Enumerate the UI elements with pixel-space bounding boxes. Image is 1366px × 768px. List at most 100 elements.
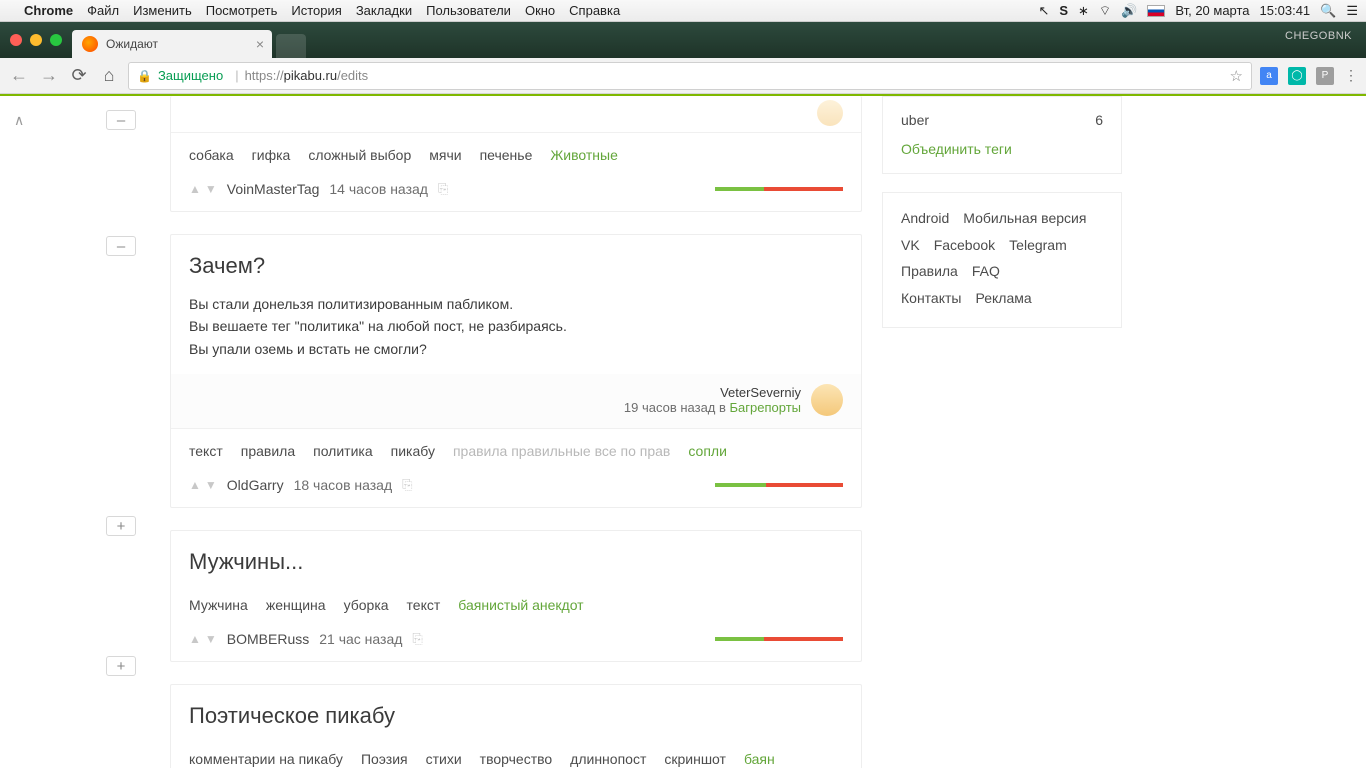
close-window-button[interactable] bbox=[10, 34, 22, 46]
footer-link[interactable]: VK bbox=[901, 237, 920, 253]
back-button[interactable]: ← bbox=[8, 65, 30, 86]
collapse-button[interactable]: – bbox=[106, 110, 136, 130]
tag[interactable]: текст bbox=[189, 443, 223, 459]
expand-button[interactable]: + bbox=[106, 656, 136, 676]
menu-file[interactable]: Файл bbox=[87, 3, 119, 18]
link-icon[interactable]: ⎘ bbox=[438, 181, 448, 197]
address-bar[interactable]: 🔒 Защищено | https://pikabu.ru/edits ☆ bbox=[128, 62, 1252, 90]
tag[interactable]: правила bbox=[241, 443, 295, 459]
footer-link[interactable]: Facebook bbox=[934, 237, 995, 253]
edit-time: 18 часов назад bbox=[294, 477, 393, 493]
menu-users[interactable]: Пользователи bbox=[426, 3, 511, 18]
chrome-menu-icon[interactable]: ⋮ bbox=[1344, 67, 1358, 84]
menubar-date[interactable]: Вт, 20 марта bbox=[1175, 3, 1249, 18]
bluetooth-icon[interactable]: ∗ bbox=[1078, 3, 1089, 19]
page-content: ∧ – – + + собака гифка сложный выбор мяч… bbox=[0, 94, 1366, 768]
expand-button[interactable]: + bbox=[106, 516, 136, 536]
upvote-icon[interactable]: ▲ bbox=[189, 182, 201, 196]
tag[interactable]: баянистый анекдот bbox=[458, 597, 583, 613]
footer-link[interactable]: Telegram bbox=[1009, 237, 1067, 253]
upvote-icon[interactable]: ▲ bbox=[189, 478, 201, 492]
extension-p-icon[interactable]: P bbox=[1316, 67, 1334, 85]
tag[interactable]: комментарии на пикабу bbox=[189, 751, 343, 767]
menu-extras-icon[interactable]: ☰ bbox=[1346, 3, 1358, 19]
author-name[interactable]: VeterSeverniy bbox=[624, 385, 801, 400]
tag[interactable]: скриншот bbox=[664, 751, 726, 767]
post-title[interactable]: Поэтическое пикабу bbox=[171, 685, 861, 737]
menu-history[interactable]: История bbox=[291, 3, 341, 18]
skype-icon[interactable]: S bbox=[1059, 3, 1068, 18]
sidebar: uber 6 Объединить теги Android Мобильная … bbox=[882, 96, 1122, 768]
menubar-app[interactable]: Chrome bbox=[24, 3, 73, 18]
maximize-window-button[interactable] bbox=[50, 34, 62, 46]
tag[interactable]: пикабу bbox=[391, 443, 435, 459]
extension-translate-icon[interactable]: а bbox=[1260, 67, 1278, 85]
tag[interactable]: уборка bbox=[344, 597, 389, 613]
avatar[interactable] bbox=[811, 384, 843, 416]
vote-ratio-bar bbox=[715, 637, 843, 641]
menu-bookmarks[interactable]: Закладки bbox=[356, 3, 412, 18]
home-button[interactable]: ⌂ bbox=[98, 65, 120, 86]
tag-pending[interactable]: правила правильные все по прав bbox=[453, 443, 670, 459]
scroll-top-button[interactable]: ∧ bbox=[14, 112, 24, 129]
spotlight-icon[interactable]: 🔍 bbox=[1320, 3, 1336, 19]
tag[interactable]: гифка bbox=[252, 147, 291, 163]
menubar-time[interactable]: 15:03:41 bbox=[1260, 3, 1311, 18]
minimize-window-button[interactable] bbox=[30, 34, 42, 46]
extension-adguard-icon[interactable]: ◯ bbox=[1288, 67, 1306, 85]
tag[interactable]: Поэзия bbox=[361, 751, 408, 767]
footer-link[interactable]: Реклама bbox=[975, 290, 1031, 306]
tag[interactable]: Мужчина bbox=[189, 597, 248, 613]
bookmark-star-icon[interactable]: ☆ bbox=[1230, 67, 1243, 85]
tag[interactable]: женщина bbox=[266, 597, 326, 613]
tag[interactable]: длиннопост bbox=[570, 751, 646, 767]
link-icon[interactable]: ⎘ bbox=[412, 631, 422, 647]
tag[interactable]: сопли bbox=[688, 443, 727, 459]
tag[interactable]: политика bbox=[313, 443, 373, 459]
footer-link[interactable]: Правила bbox=[901, 263, 958, 279]
downvote-icon[interactable]: ▼ bbox=[205, 478, 217, 492]
tag[interactable]: мячи bbox=[429, 147, 461, 163]
flag-ru-icon[interactable] bbox=[1147, 5, 1165, 17]
reload-button[interactable]: ⟳ bbox=[68, 65, 90, 86]
avatar[interactable] bbox=[817, 100, 843, 126]
menu-help[interactable]: Справка bbox=[569, 3, 620, 18]
profile-badge[interactable]: CHEGOBNK bbox=[1285, 30, 1352, 42]
menu-edit[interactable]: Изменить bbox=[133, 3, 192, 18]
tag[interactable]: творчество bbox=[480, 751, 553, 767]
upvote-icon[interactable]: ▲ bbox=[189, 632, 201, 646]
editor-username[interactable]: OldGarry bbox=[227, 477, 284, 493]
post-card: Зачем? Вы стали донельзя политизированны… bbox=[170, 234, 862, 508]
footer-link[interactable]: FAQ bbox=[972, 263, 1000, 279]
forward-button[interactable]: → bbox=[38, 65, 60, 86]
volume-icon[interactable]: 🔊 bbox=[1121, 3, 1137, 19]
downvote-icon[interactable]: ▼ bbox=[205, 182, 217, 196]
menu-view[interactable]: Посмотреть bbox=[206, 3, 278, 18]
editor-username[interactable]: BOMBERuss bbox=[227, 631, 309, 647]
menu-window[interactable]: Окно bbox=[525, 3, 555, 18]
footer-link[interactable]: Мобильная версия bbox=[963, 210, 1086, 226]
post-title[interactable]: Зачем? bbox=[171, 235, 861, 287]
new-tab-button[interactable] bbox=[276, 34, 306, 58]
tag[interactable]: баян bbox=[744, 751, 775, 767]
arrow-icon[interactable]: ↖ bbox=[1038, 3, 1049, 19]
tag[interactable]: Животные bbox=[550, 147, 618, 163]
footer-link[interactable]: Контакты bbox=[901, 290, 961, 306]
post-title[interactable]: Мужчины... bbox=[171, 531, 861, 583]
tag[interactable]: стихи bbox=[426, 751, 462, 767]
browser-tab[interactable]: Ожидают × bbox=[72, 30, 272, 58]
wifi-icon[interactable]: ⌔ bbox=[1099, 3, 1111, 19]
tag[interactable]: сложный выбор bbox=[308, 147, 411, 163]
community-link[interactable]: Багрепорты bbox=[730, 400, 801, 415]
tab-close-icon[interactable]: × bbox=[256, 36, 264, 52]
tag[interactable]: текст bbox=[407, 597, 441, 613]
downvote-icon[interactable]: ▼ bbox=[205, 632, 217, 646]
merge-tags-link[interactable]: Объединить теги bbox=[901, 141, 1012, 157]
tag[interactable]: собака bbox=[189, 147, 234, 163]
tag[interactable]: печенье bbox=[480, 147, 533, 163]
sidebar-tag-row[interactable]: uber 6 bbox=[901, 109, 1103, 131]
editor-username[interactable]: VoinMasterTag bbox=[227, 181, 320, 197]
collapse-button[interactable]: – bbox=[106, 236, 136, 256]
footer-link[interactable]: Android bbox=[901, 210, 949, 226]
link-icon[interactable]: ⎘ bbox=[402, 477, 412, 493]
